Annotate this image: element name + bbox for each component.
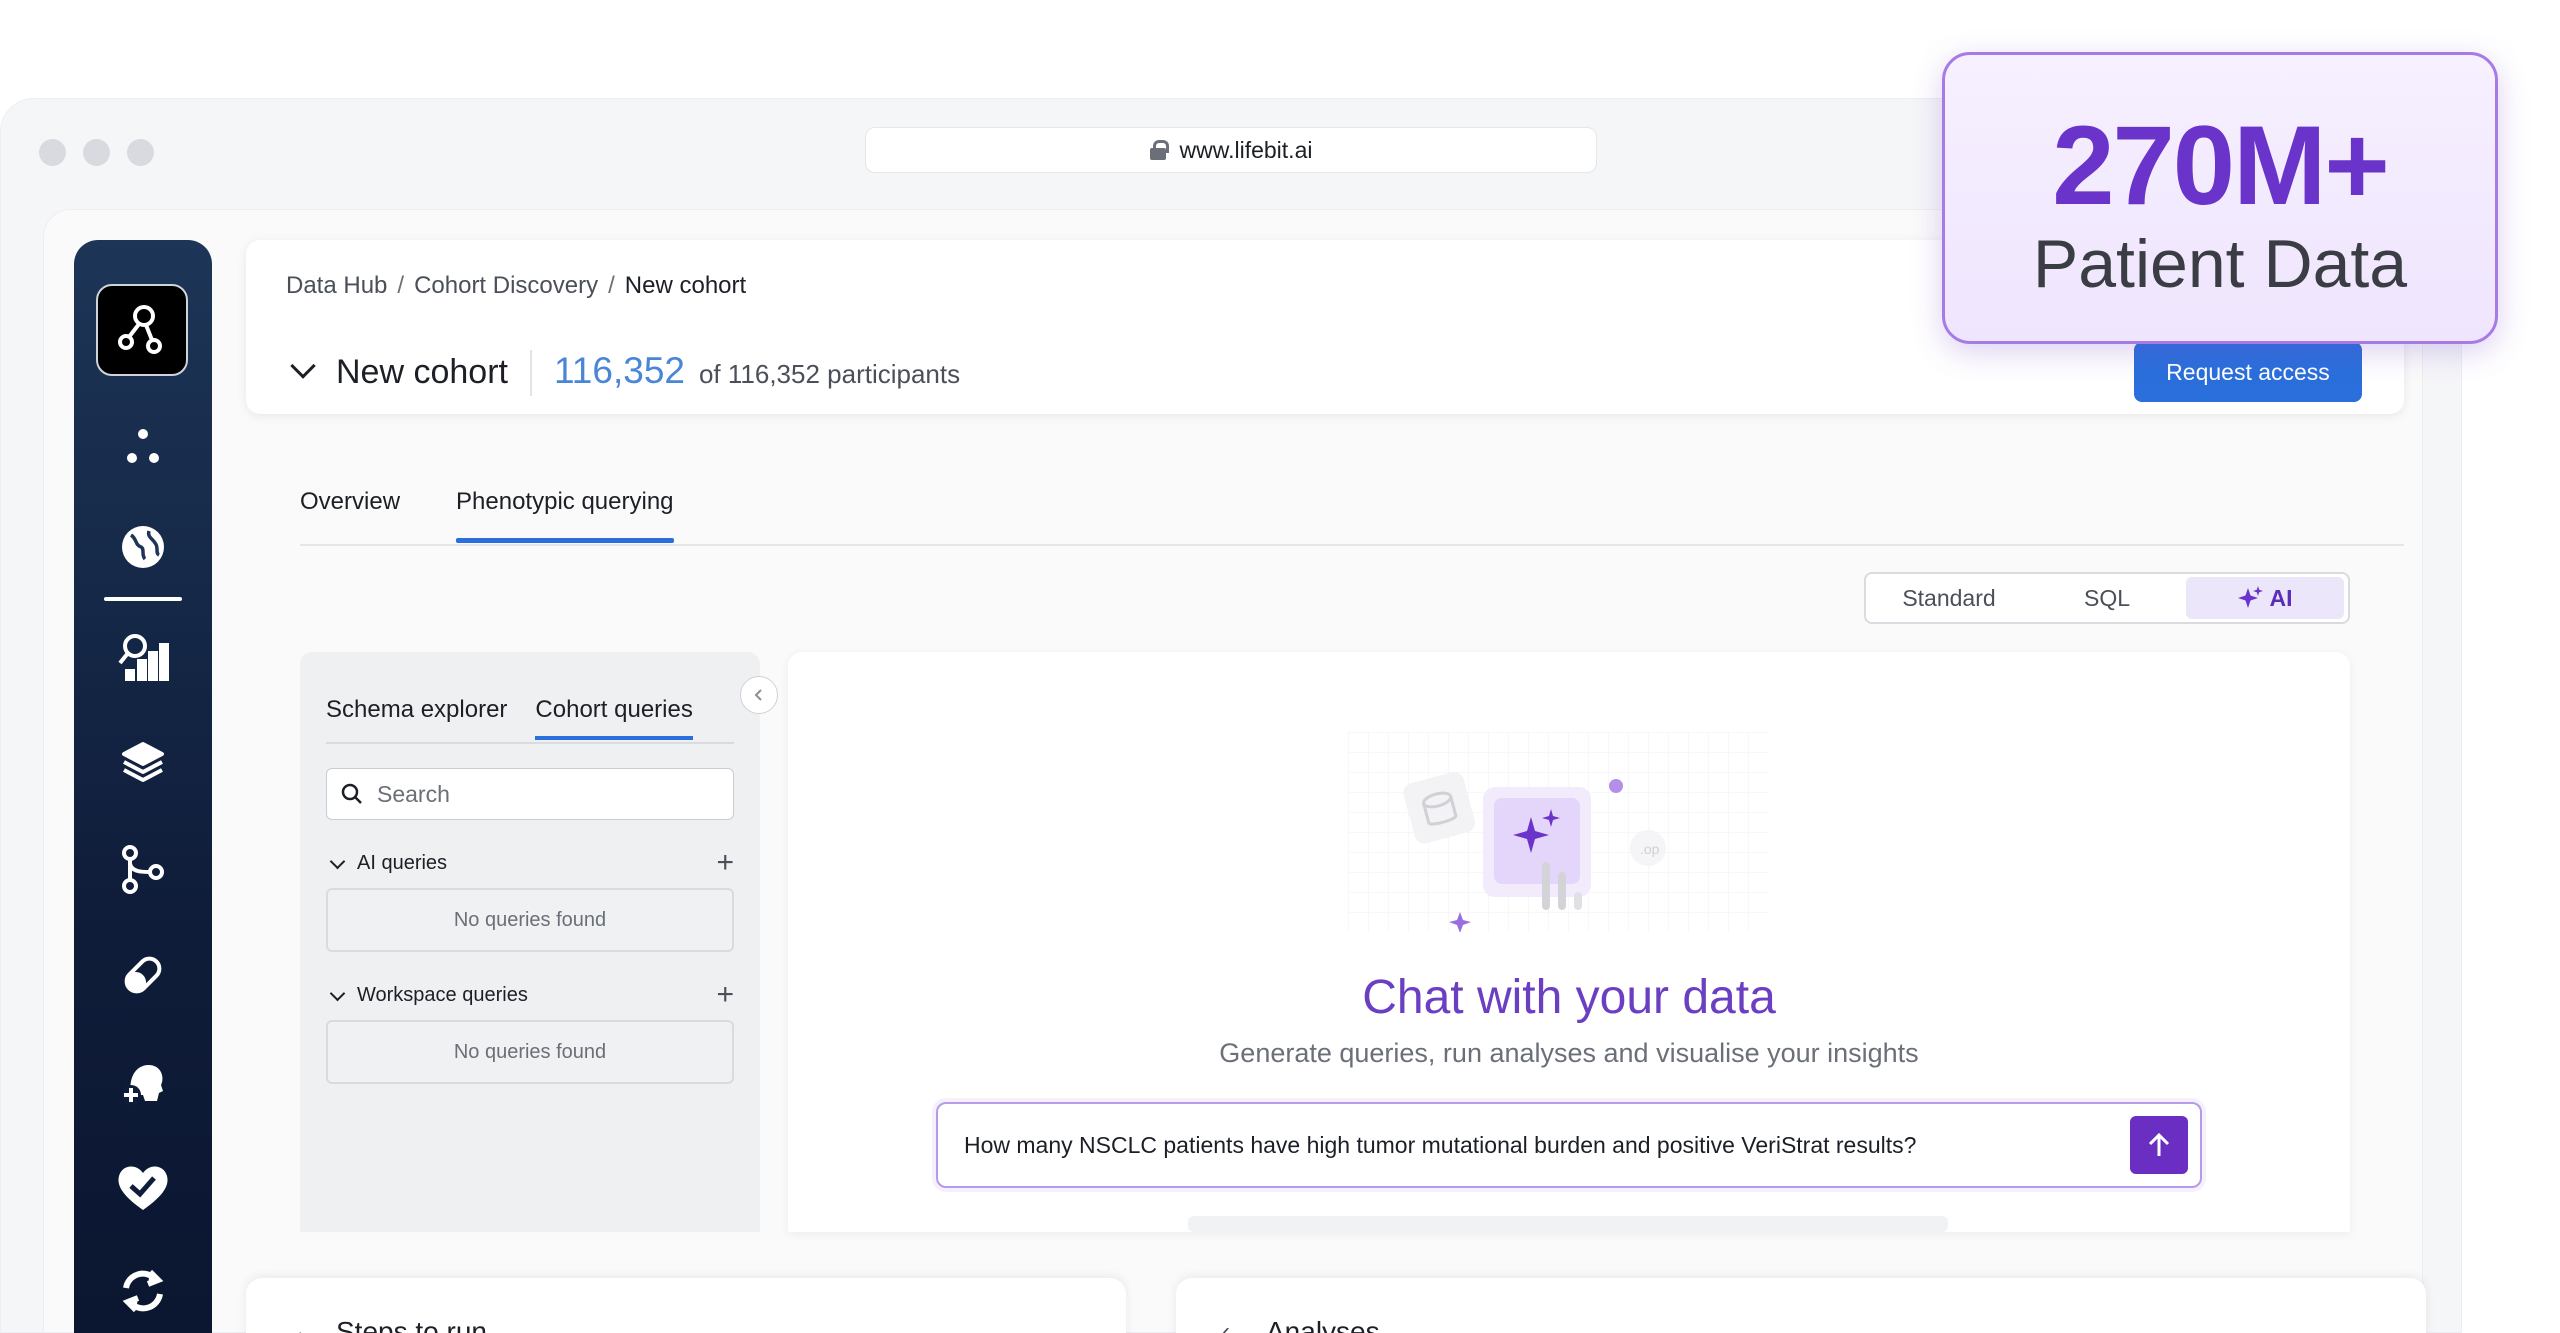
nav-active-indicator [104,597,182,601]
suggestion-strip [1188,1216,1948,1232]
breadcrumb-current: New cohort [624,272,747,299]
mode-sql[interactable]: SQL [2028,577,2186,619]
breadcrumb-cohort-discovery[interactable]: Cohort Discovery [414,272,598,300]
add-ai-query-icon[interactable]: + [716,848,734,878]
search-icon [341,783,362,804]
panel-tabs-divider [326,742,734,744]
globe-icon[interactable] [108,512,178,582]
divider [529,350,532,396]
analyses-label: Analyses [1266,1316,1380,1333]
window-close-dot[interactable] [39,139,66,166]
pill-icon[interactable] [108,940,178,1010]
query-mode-switch: Standard SQL AI [1864,572,2350,624]
add-workspace-query-icon[interactable]: + [716,980,734,1010]
url-bar[interactable]: www.lifebit.ai [865,127,1597,173]
arrow-left-icon: ← [292,1318,316,1333]
participant-count: 116,352 [553,350,685,391]
mode-standard-label: Standard [1902,585,1996,611]
chat-illustration-icon: .op [1348,732,1768,932]
arrow-up-icon [2148,1132,2170,1156]
logo-icon[interactable] [96,284,188,376]
badge-label: Patient Data [2032,226,2408,302]
steps-to-run-card[interactable]: ← Steps to run [246,1278,1126,1333]
cohort-title[interactable]: New cohort [336,353,508,392]
tab-cohort-queries[interactable]: Cohort queries [535,696,694,740]
workspace-queries-empty: No queries found [326,1020,734,1084]
ai-queries-empty: No queries found [326,888,734,952]
mode-ai-label: AI [2269,585,2293,611]
add-patient-icon[interactable] [108,1046,178,1116]
cohort-summary: New cohort 116,352 of 116,352 participan… [288,350,960,396]
panel-tabs: Schema explorer Cohort queries [326,696,694,740]
chevron-down-icon[interactable] [329,853,346,869]
workspace-queries-header[interactable]: Workspace queries + [326,980,734,1010]
ai-queries-header[interactable]: AI queries + [326,848,734,878]
breadcrumb-separator: / [608,272,615,299]
analytics-icon[interactable] [108,622,178,692]
window-minimize-dot[interactable] [83,139,110,166]
steps-to-run-label: Steps to run [336,1316,487,1333]
sync-icon[interactable] [108,1256,178,1326]
tab-phenotypic-querying[interactable]: Phenotypic querying [456,488,675,543]
participant-total: of 116,352 participants [698,359,961,389]
window-maximize-dot[interactable] [127,139,154,166]
search-input[interactable] [377,780,717,808]
chevron-down-icon[interactable] [290,353,316,379]
git-branch-icon[interactable] [108,834,178,904]
query-search [326,768,734,820]
chat-subtitle: Generate queries, run analyses and visua… [1219,1038,1919,1068]
ai-queries-label: AI queries [357,851,448,874]
lock-icon [1149,140,1169,160]
tab-overview[interactable]: Overview [300,488,400,540]
dots-cluster-icon[interactable] [108,412,178,482]
breadcrumb-data-hub[interactable]: Data Hub [286,272,387,300]
chevron-left-icon [754,689,762,701]
chevron-down-icon[interactable] [329,985,346,1001]
send-button[interactable] [2130,1116,2188,1174]
url-text: www.lifebit.ai [1179,136,1313,163]
heart-icon[interactable] [108,1152,178,1222]
badge-value: 270M+ [2052,103,2390,228]
patient-data-badge: 270M+ Patient Data [1942,52,2498,344]
workspace-queries-label: Workspace queries [357,983,528,1006]
collapse-panel-button[interactable] [740,676,778,714]
sparkle-icon [2237,586,2263,608]
sidebar [74,240,212,1333]
mode-ai[interactable]: AI [2186,577,2344,619]
prompt-text: How many NSCLC patients have high tumor … [964,1131,1917,1158]
request-access-button[interactable]: Request access [2134,342,2362,402]
tabs-divider [300,544,2404,546]
breadcrumb: Data Hub / Cohort Discovery / New cohort [286,272,746,300]
chat-title: Chat with your data [1362,971,1776,1024]
chevron-left-icon: ‹ [1222,1318,1230,1333]
chat-prompt-input[interactable]: How many NSCLC patients have high tumor … [936,1102,2202,1188]
analyses-card[interactable]: ‹ Analyses [1176,1278,2426,1333]
ai-chat-area: .op Chat with your data Generate queries… [788,652,2350,1232]
mode-standard[interactable]: Standard [1870,577,2028,619]
breadcrumb-separator: / [397,272,405,299]
layers-icon[interactable] [108,728,178,798]
mode-sql-label: SQL [2083,585,2131,611]
main-tabs: Overview Phenotypic querying [300,488,675,543]
query-side-panel: Schema explorer Cohort queries AI querie… [300,652,760,1232]
svg-text:.op: .op [1640,841,1660,857]
tab-schema-explorer[interactable]: Schema explorer [326,696,507,738]
